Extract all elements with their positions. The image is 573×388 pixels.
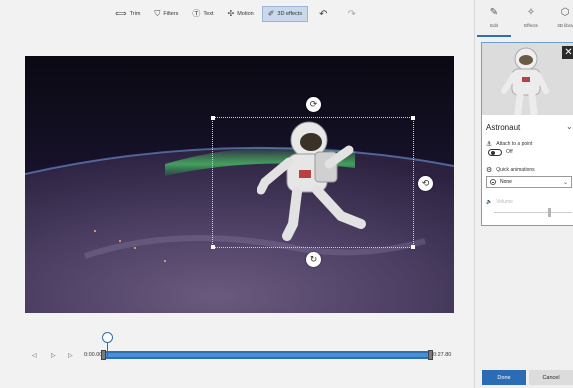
undo-icon[interactable]: ↶ [311,9,335,20]
trim-button[interactable]: ⟺ Trim [110,7,145,21]
3d-effects-label: 3D effects [277,11,303,17]
quick-animations-value: None [500,179,512,185]
effects-icon: ✧ [526,7,536,18]
object-card: ✕ Astronaut ⌄ ⚓ Attach to a point Off ⚙ … [481,42,573,226]
attach-toggle-state: Off [506,149,513,155]
step-forward-icon[interactable]: ▷ [68,352,73,359]
speaker-icon: 🔉 [486,199,493,205]
volume-text: Volume [496,199,513,205]
attach-label-text: Attach to a point [496,141,533,147]
chevron-down-icon[interactable]: ⌄ [566,122,573,131]
side-panel: ✎ Edit ✧ Effects ⬡ 3D libra ✕ Astronaut … [474,0,573,388]
current-time: 0:00.00 [84,352,103,358]
tab-edit-label: Edit [490,23,498,28]
text-icon: Ⓣ [192,9,201,18]
none-icon [490,179,496,185]
trim-icon: ⟺ [115,9,127,18]
volume-label: 🔉 Volume [486,199,513,205]
redo-icon[interactable]: ↷ [339,9,363,20]
3d-effects-button[interactable]: ✐ 3D effects [261,6,309,22]
editor-area: ⟺ Trim ⛉ Filters Ⓣ Text ✣ Motion ✐ 3D ef… [0,0,474,388]
timeline: ◁ ▷ ▷ 0:00.00 0:27.80 [0,330,474,380]
rewind-icon[interactable]: ◁ [32,352,37,359]
selection-box[interactable] [211,116,415,249]
edit-toolbar: ⟺ Trim ⛉ Filters Ⓣ Text ✣ Motion ✐ 3D ef… [0,0,474,28]
rotate-z-handle[interactable]: ↻ [306,252,321,267]
volume-slider[interactable] [494,212,572,213]
end-time: 0:27.80 [433,352,452,358]
quick-animations-text: Quick animations [496,167,535,173]
tab-3d-library-label: 3D libra [557,23,573,28]
trim-start-handle[interactable] [101,350,106,360]
play-icon[interactable]: ▷ [51,352,56,359]
done-button[interactable]: Done [482,370,526,385]
video-preview[interactable]: ⟳ ⟲ ↻ [25,56,454,313]
tab-effects[interactable]: ✧ Effects [516,7,546,29]
tab-effects-label: Effects [524,23,538,28]
rotate-y-handle[interactable]: ⟲ [418,176,433,191]
astronaut-thumbnail [482,43,573,115]
timeline-track-fill [102,353,432,357]
chevron-down-icon: ⌄ [562,180,568,186]
close-icon[interactable]: ✕ [562,46,573,59]
attach-toggle[interactable] [488,149,502,156]
animation-icon: ⚙ [486,167,493,174]
tab-edit[interactable]: ✎ Edit [479,7,509,29]
motion-label: Motion [237,11,254,17]
attach-to-point-label: ⚓ Attach to a point [486,140,532,148]
resize-handle-br[interactable] [411,245,415,249]
active-tab-indicator [477,35,511,37]
resize-handle-tr[interactable] [411,116,415,120]
motion-icon: ✣ [227,9,235,18]
trim-label: Trim [129,11,141,17]
text-label: Text [203,11,214,17]
cancel-button[interactable]: Cancel [529,370,573,385]
anchor-icon: ⚓ [486,141,493,148]
panel-tabs: ✎ Edit ✧ Effects ⬡ 3D libra [475,0,573,38]
playhead-line [107,343,108,359]
volume-slider-thumb[interactable] [548,208,551,217]
quick-animations-dropdown[interactable]: None ⌄ [486,176,572,188]
text-button[interactable]: Ⓣ Text [187,7,218,21]
object-title: Astronaut [486,123,521,132]
quick-animations-label: ⚙ Quick animations [486,166,535,174]
tab-3d-library[interactable]: ⬡ 3D libra [550,7,573,29]
3d-effects-icon: ✐ [267,9,275,18]
rotate-x-handle[interactable]: ⟳ [306,97,321,112]
3d-library-icon: ⬡ [560,7,570,18]
filters-label: Filters [163,11,179,17]
filters-icon: ⛉ [154,9,161,18]
motion-button[interactable]: ✣ Motion [222,7,258,21]
attach-toggle-knob [491,151,495,155]
playhead-knob[interactable] [102,332,113,343]
filters-button[interactable]: ⛉ Filters [149,7,183,21]
resize-handle-tl[interactable] [211,116,215,120]
pencil-icon: ✎ [489,7,499,18]
resize-handle-bl[interactable] [211,245,215,249]
astronaut-thumbnail-image [482,43,573,115]
timeline-track[interactable] [102,351,432,359]
